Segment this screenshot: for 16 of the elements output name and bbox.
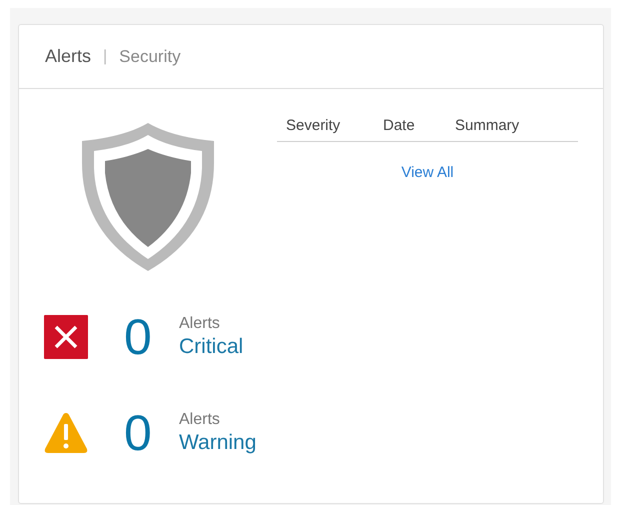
column-header: Severity [285,116,342,136]
alert-caption: Alerts [179,410,221,430]
card-title: Alerts [45,45,92,68]
alert-count: 0 [124,408,153,458]
alert-level: Critical [179,334,244,360]
close-icon [44,315,88,359]
view-all-link[interactable]: View All [401,162,454,184]
card-subtitle: Security [119,46,181,68]
alert-level: Warning [179,430,256,456]
alert-count: 0 [124,312,153,362]
alert-caption: Alerts [179,314,221,334]
column-header: Summary [455,116,520,136]
title-separator: | [103,46,108,66]
column-header: Date [383,116,416,136]
warning-icon [44,411,88,455]
shield-icon [82,123,214,271]
